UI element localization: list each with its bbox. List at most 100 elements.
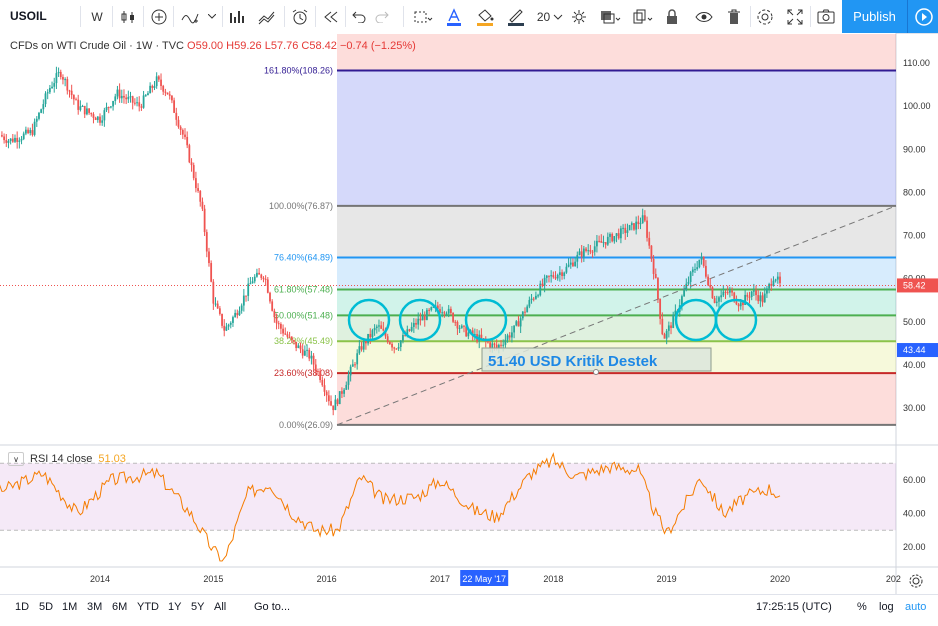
range-6m[interactable]: 6M <box>112 595 127 619</box>
price-tick-label: 100.00 <box>903 101 931 111</box>
candle-body <box>312 355 315 365</box>
range-1d[interactable]: 1D <box>15 595 29 619</box>
candle-body <box>615 233 618 237</box>
candle-body <box>378 325 380 327</box>
lock-icon[interactable] <box>661 0 683 33</box>
candle-body <box>696 267 699 270</box>
clone-icon[interactable] <box>628 0 658 33</box>
candle-body <box>534 295 537 299</box>
candle-body <box>659 298 662 319</box>
rsi-label: RSI 14 close <box>30 453 93 465</box>
candle-body <box>179 126 182 130</box>
candle-body <box>218 308 221 314</box>
candle-body <box>458 327 461 329</box>
style-box-icon[interactable] <box>410 0 436 33</box>
publish-button[interactable]: Publish <box>842 0 907 33</box>
candle-body <box>319 371 322 381</box>
line-color-icon[interactable] <box>503 0 529 33</box>
fib-band <box>337 70 896 206</box>
auto-toggle[interactable]: auto <box>905 595 926 619</box>
chevron-down-icon[interactable] <box>204 0 220 33</box>
candle-body <box>325 391 328 396</box>
candle-body <box>264 278 267 280</box>
price-tick-label: 40.00 <box>903 360 926 370</box>
annotation-handle <box>593 369 599 375</box>
candle-body <box>356 353 359 365</box>
play-icon[interactable] <box>907 0 938 33</box>
time-tick-label: 2015 <box>203 574 223 584</box>
range-all[interactable]: All <box>214 595 226 619</box>
candle-body <box>310 355 313 359</box>
settings-icon[interactable] <box>752 0 778 33</box>
price-chart[interactable]: 161.80%(108.26) 100.00%(76.87) 76.40%(64.8… <box>0 33 938 594</box>
candle-body <box>565 266 568 273</box>
candle-body <box>633 223 635 230</box>
fill-color-icon[interactable] <box>472 0 498 33</box>
candle-body <box>417 318 420 325</box>
camera-icon[interactable] <box>813 0 839 33</box>
trash-icon[interactable] <box>722 0 746 33</box>
candle-body <box>630 223 633 226</box>
candle-body <box>532 298 535 300</box>
candle-body <box>528 299 531 307</box>
visual-order-icon[interactable] <box>595 0 625 33</box>
candle-body <box>402 334 404 341</box>
candle-body <box>386 336 389 343</box>
candle-body <box>22 133 25 139</box>
compare-icon[interactable] <box>177 0 203 33</box>
range-5d[interactable]: 5D <box>39 595 53 619</box>
indicators-icon[interactable] <box>226 0 250 33</box>
percent-toggle[interactable]: % <box>857 595 867 619</box>
candle-body <box>617 233 620 239</box>
fib-band <box>337 289 896 316</box>
text-color-icon[interactable] <box>441 0 467 33</box>
replay-icon[interactable] <box>318 0 344 33</box>
candle-body <box>125 97 128 100</box>
range-1m[interactable]: 1M <box>62 595 77 619</box>
range-3m[interactable]: 3M <box>87 595 102 619</box>
candle-body <box>550 275 553 277</box>
interval-button[interactable]: W <box>86 0 108 33</box>
candle-body <box>746 294 749 297</box>
eye-icon[interactable] <box>691 0 717 33</box>
log-toggle[interactable]: log <box>879 595 894 619</box>
symbol-search[interactable]: USOIL <box>10 0 47 33</box>
gear-icon[interactable] <box>567 0 591 33</box>
clock-time[interactable]: 17:25:15 (UTC) <box>756 595 832 619</box>
range-1y[interactable]: 1Y <box>168 595 181 619</box>
fullscreen-icon[interactable] <box>782 0 808 33</box>
range-ytd[interactable]: YTD <box>137 595 159 619</box>
candle-body <box>149 85 152 94</box>
candle-body <box>253 276 256 282</box>
add-indicator-icon[interactable] <box>147 0 171 33</box>
candle-body <box>249 283 252 285</box>
candle-body <box>103 110 106 121</box>
candle-body <box>323 385 326 392</box>
candle-body <box>197 188 199 191</box>
redo-icon[interactable] <box>371 0 393 33</box>
candle-body <box>186 136 189 146</box>
rsi-value: 51.03 <box>98 453 126 465</box>
candle-body <box>430 307 433 311</box>
collapse-chevron-icon[interactable]: ∨ <box>8 452 24 466</box>
candle-body <box>269 292 271 302</box>
candle-body <box>624 227 627 233</box>
candle-body <box>513 325 516 333</box>
candle-body <box>606 236 609 245</box>
alert-icon[interactable] <box>287 0 313 33</box>
candle-body <box>497 344 500 348</box>
range-5y[interactable]: 5Y <box>191 595 204 619</box>
candle-body <box>587 250 590 252</box>
templates-icon[interactable] <box>254 0 282 33</box>
candles-icon[interactable] <box>116 0 140 33</box>
annotation-text: 51.40 USD Kritik Destek <box>488 353 658 370</box>
goto-button[interactable]: Go to... <box>254 595 290 619</box>
candle-body <box>114 96 117 102</box>
last-price-label: 58.42 <box>903 280 926 290</box>
undo-icon[interactable] <box>348 0 370 33</box>
candle-body <box>24 129 27 134</box>
time-tick-label: 202 <box>886 574 901 584</box>
candle-body <box>661 318 664 335</box>
axis-settings-icon-core <box>912 577 920 585</box>
line-width-select[interactable]: 20 <box>535 0 565 33</box>
